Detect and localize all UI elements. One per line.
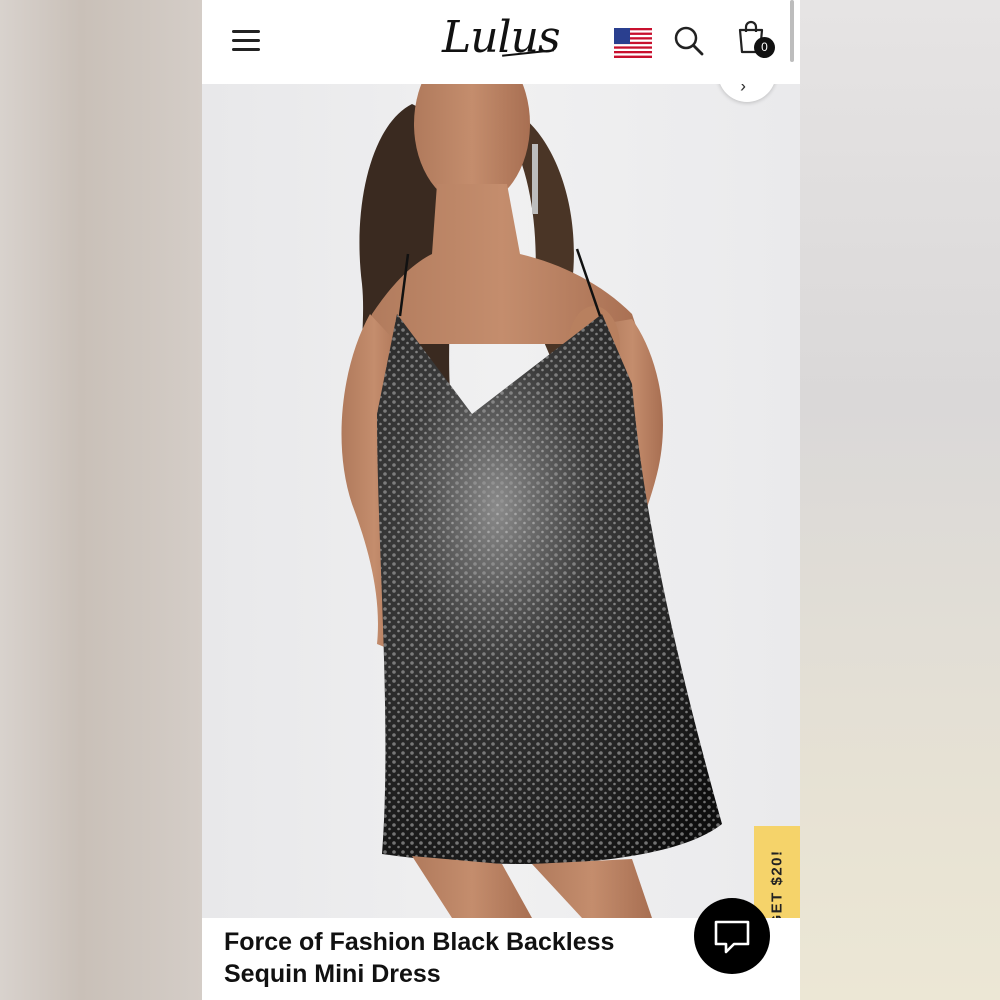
product-image[interactable]: › GET $20! <box>202 84 800 918</box>
cart-button[interactable]: 0 <box>734 20 775 62</box>
chat-icon <box>714 920 750 954</box>
background-right <box>800 0 1000 1000</box>
model-photo-illustration <box>341 84 722 918</box>
mobile-page: Lulus 0 › GET $20! Force of Fashion Blac… <box>202 0 800 1000</box>
search-icon[interactable] <box>672 24 706 58</box>
product-title: Force of Fashion Black Backless Sequin M… <box>224 928 615 988</box>
background-left <box>0 0 202 1000</box>
scrollbar[interactable] <box>790 0 794 62</box>
chevron-right-icon: › <box>740 84 746 96</box>
chat-button[interactable] <box>694 898 770 974</box>
site-logo[interactable]: Lulus <box>442 10 562 66</box>
promo-label: GET $20! <box>768 849 786 918</box>
us-flag-icon[interactable] <box>614 28 652 58</box>
cart-count-badge: 0 <box>754 37 775 58</box>
hamburger-menu-icon[interactable] <box>232 28 262 52</box>
site-header: Lulus 0 <box>202 0 800 84</box>
